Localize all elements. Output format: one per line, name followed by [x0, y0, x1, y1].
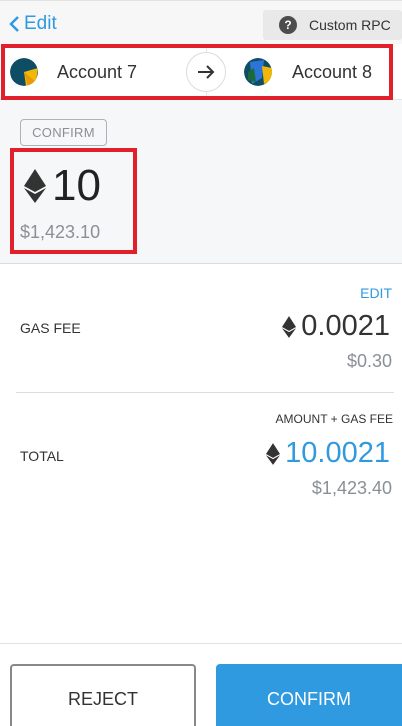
eth-icon — [24, 169, 46, 203]
gas-fee-label: GAS FEE — [20, 320, 81, 336]
account-avatar — [244, 58, 272, 86]
total-caption: AMOUNT + GAS FEE — [275, 412, 393, 426]
account-avatar — [10, 58, 38, 86]
total-label: TOTAL — [20, 448, 64, 464]
divider — [16, 392, 394, 393]
gas-fee-fiat: $0.30 — [346, 351, 392, 371]
confirm-badge: CONFIRM — [20, 119, 107, 146]
back-edit-label: Edit — [24, 13, 57, 34]
network-label: Custom RPC — [309, 17, 391, 33]
amount-section: CONFIRM 10 $1,423.10 — [0, 100, 402, 264]
footer-divider — [0, 643, 402, 644]
gas-fee-amount: 0.0021 — [301, 310, 390, 342]
eth-icon — [266, 442, 281, 465]
confirm-button[interactable]: CONFIRM — [216, 664, 402, 726]
total-fiat: $1,423.40 — [311, 478, 392, 498]
total-value: 10.0021 — [266, 437, 390, 470]
gas-edit-link[interactable]: EDIT — [360, 285, 392, 301]
to-account-name: Account 8 — [292, 61, 373, 82]
total-amount: 10.0021 — [285, 437, 390, 469]
eth-icon — [282, 315, 297, 338]
gas-fee-value: 0.0021 — [282, 310, 390, 343]
network-selector[interactable]: ? Custom RPC — [263, 10, 402, 40]
amount-fiat: $1,423.10 — [20, 222, 101, 242]
chevron-left-icon — [9, 16, 19, 32]
help-icon: ? — [279, 16, 297, 34]
transfer-arrow — [186, 52, 226, 92]
from-account-name: Account 7 — [57, 61, 138, 82]
accounts-row: Account 7 Account 8 — [0, 44, 402, 100]
from-account[interactable]: Account 7 — [10, 44, 137, 100]
amount-value: 10 — [52, 161, 101, 210]
top-bar: Edit ? Custom RPC — [0, 0, 402, 44]
to-account[interactable]: Account 8 — [244, 44, 372, 100]
arrow-right-icon — [198, 65, 215, 79]
eth-amount: 10 — [24, 158, 101, 214]
back-edit-link[interactable]: Edit — [6, 11, 57, 37]
reject-button[interactable]: REJECT — [10, 664, 196, 726]
